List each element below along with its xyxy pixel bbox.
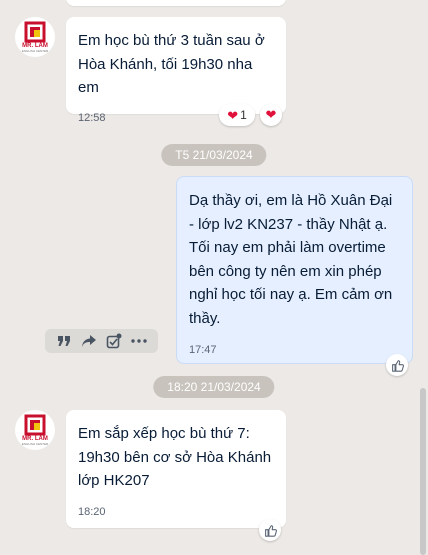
reaction-summary[interactable]: ❤ 1 bbox=[219, 104, 255, 126]
heart-icon: ❤ bbox=[227, 107, 239, 123]
message-text: Em sắp xếp học bù thứ 7: 19h30 bên cơ sở… bbox=[78, 425, 276, 489]
message-time: 18:20 bbox=[78, 505, 106, 518]
react-button[interactable]: ❤ bbox=[260, 104, 282, 126]
message-bubble[interactable]: Em sắp xếp học bù thứ 7: 19h30 bên cơ sở… bbox=[66, 410, 286, 528]
message-bubble-partial bbox=[66, 0, 286, 6]
date-separator: 18:20 21/03/2024 bbox=[153, 376, 275, 398]
like-button[interactable] bbox=[259, 519, 281, 541]
message-time: 17:47 bbox=[189, 344, 217, 356]
reaction-count: 1 bbox=[240, 108, 247, 122]
scrollbar-thumb[interactable] bbox=[420, 388, 426, 555]
logo-subtext: ENGLISH CENTER bbox=[22, 49, 49, 53]
scrollbar[interactable] bbox=[418, 0, 428, 555]
thumbs-up-icon bbox=[264, 524, 277, 537]
message-toolbar bbox=[45, 329, 158, 353]
message-text: Em học bù thứ 3 tuần sau ở Hòa Khánh, tố… bbox=[78, 32, 269, 96]
avatar[interactable]: MR. LAM ENGLISH CENTER bbox=[15, 17, 55, 57]
like-button[interactable] bbox=[386, 354, 408, 376]
avatar[interactable]: MR. LAM ENGLISH CENTER bbox=[15, 410, 55, 450]
center-logo-icon: MR. LAM ENGLISH CENTER bbox=[22, 21, 49, 53]
thumbs-up-icon bbox=[391, 359, 404, 372]
center-logo-icon: MR. LAM ENGLISH CENTER bbox=[22, 414, 49, 446]
message-bubble[interactable]: Em học bù thứ 3 tuần sau ở Hòa Khánh, tố… bbox=[66, 17, 286, 124]
heart-icon: ❤ bbox=[265, 107, 277, 122]
chat-messages-pane: MR. LAM ENGLISH CENTER Em học bù thứ 3 t… bbox=[0, 0, 428, 555]
quote-icon[interactable] bbox=[53, 330, 75, 352]
message-text: Dạ thầy ơi, em là Hồ Xuân Đại - lớp lv2 … bbox=[189, 192, 397, 327]
share-icon[interactable] bbox=[78, 330, 100, 352]
message-bubble[interactable]: Dạ thầy ơi, em là Hồ Xuân Đại - lớp lv2 … bbox=[176, 176, 413, 364]
more-icon[interactable] bbox=[128, 330, 150, 352]
logo-subtext: ENGLISH CENTER bbox=[22, 442, 49, 446]
select-icon[interactable] bbox=[103, 330, 125, 352]
date-separator: T5 21/03/2024 bbox=[161, 144, 267, 166]
